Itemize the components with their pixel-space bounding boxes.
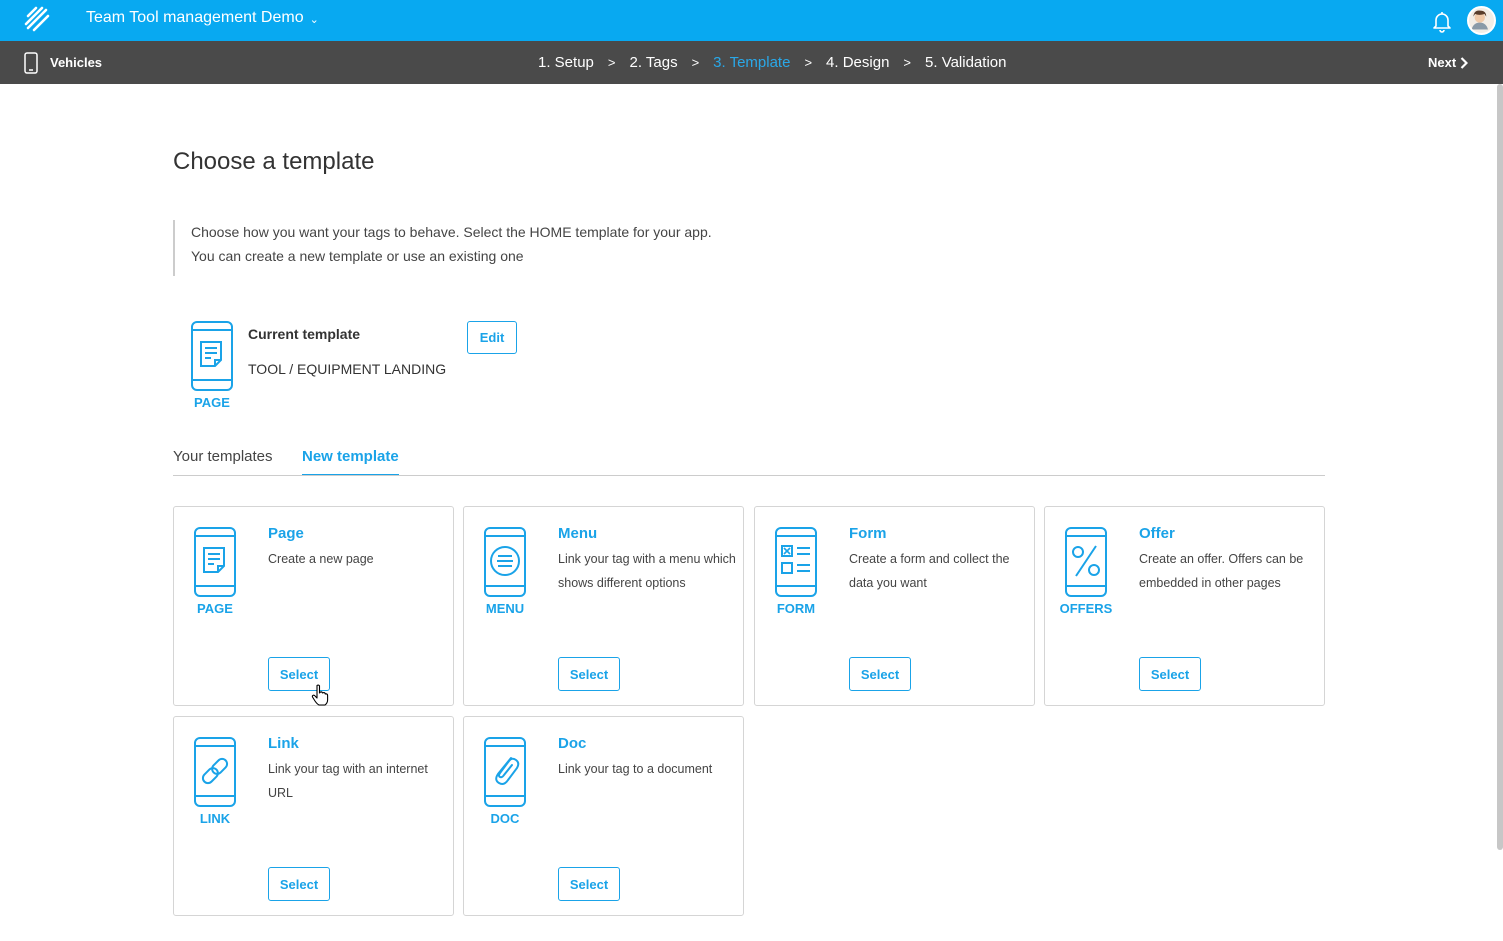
user-avatar[interactable] — [1467, 6, 1496, 35]
template-card-form[interactable]: FORM Form Create a form and collect the … — [754, 506, 1035, 706]
step-tags[interactable]: 2. Tags — [629, 54, 677, 71]
step-setup[interactable]: 1. Setup — [538, 54, 594, 71]
link-icon — [194, 737, 236, 807]
menu-icon — [484, 527, 526, 597]
offers-icon — [1065, 527, 1107, 597]
template-type-label: LINK — [199, 811, 231, 826]
section-label: Vehicles — [50, 55, 103, 70]
step-template[interactable]: 3. Template — [713, 54, 790, 71]
template-type-label: PAGE — [197, 601, 233, 616]
select-menu-button[interactable]: Select — [558, 657, 620, 691]
app-switcher[interactable]: Team Tool management Demo ⌄ — [86, 9, 319, 27]
select-link-button[interactable]: Select — [268, 867, 330, 901]
step-design[interactable]: 4. Design — [826, 54, 889, 71]
doc-icon — [484, 737, 526, 807]
edit-template-button[interactable]: Edit — [467, 321, 517, 354]
next-button[interactable]: Next — [1428, 41, 1469, 84]
template-description: Create an offer. Offers can be embedded … — [1139, 552, 1304, 590]
step-separator: > — [903, 55, 912, 70]
template-card-offer[interactable]: OFFERS Offer Create an offer. Offers can… — [1044, 506, 1325, 706]
template-tabs: Your templates New template — [173, 442, 1325, 476]
template-card-doc[interactable]: DOC Doc Link your tag to a document Sele… — [463, 716, 744, 916]
template-title: Link — [268, 735, 299, 752]
step-separator: > — [607, 55, 616, 70]
template-card-page[interactable]: PAGE Page Create a new page Select — [173, 506, 454, 706]
bell-icon[interactable] — [1430, 9, 1454, 33]
template-description: Create a new page — [268, 552, 374, 566]
intro-line-1: Choose how you want your tags to behave.… — [191, 224, 712, 240]
template-title: Offer — [1139, 525, 1175, 542]
current-template-name: TOOL / EQUIPMENT LANDING — [248, 361, 447, 377]
page-scrollbar[interactable] — [1497, 84, 1503, 850]
template-description: Link your tag with an internet URL — [268, 762, 428, 800]
template-title: Form — [849, 525, 887, 542]
template-card-menu[interactable]: MENU Menu Link your tag with a menu whic… — [463, 506, 744, 706]
tab-new-template[interactable]: New template — [302, 448, 399, 475]
chevron-down-icon: ⌄ — [309, 13, 319, 26]
page-icon — [194, 527, 236, 597]
step-separator: > — [691, 55, 700, 70]
template-type-label: OFFERS — [1059, 601, 1113, 616]
page-title: Choose a template — [173, 148, 375, 175]
form-icon — [775, 527, 817, 597]
section-vehicles[interactable]: Vehicles — [24, 41, 102, 84]
current-template-type: PAGE — [194, 395, 230, 410]
wizard-steps: 1. Setup > 2. Tags > 3. Template > 4. De… — [538, 41, 1006, 84]
template-description: Link your tag to a document — [558, 762, 713, 776]
avatar-icon — [1471, 10, 1488, 30]
app-title: Team Tool management Demo — [86, 9, 304, 26]
select-offer-button[interactable]: Select — [1139, 657, 1201, 691]
wizard-step-bar: Vehicles 1. Setup > 2. Tags > 3. Templat… — [0, 41, 1503, 84]
tab-your-templates[interactable]: Your templates — [173, 448, 273, 474]
template-description: Create a form and collect the data you w… — [849, 552, 1010, 590]
template-card-link[interactable]: LINK Link Link your tag with an internet… — [173, 716, 454, 916]
phone-icon — [24, 51, 38, 74]
template-title: Doc — [558, 735, 587, 752]
current-template-heading: Current template — [248, 326, 361, 342]
chevron-right-icon — [1460, 56, 1469, 69]
template-title: Page — [268, 525, 304, 542]
template-title: Menu — [558, 525, 598, 542]
hand-cursor-icon — [311, 684, 329, 706]
current-template: PAGE Current template TOOL / EQUIPMENT L… — [188, 320, 528, 415]
template-type-label: FORM — [776, 601, 816, 616]
step-separator: > — [804, 55, 813, 70]
top-bar: Team Tool management Demo ⌄ — [0, 0, 1503, 41]
template-description: Link your tag with a menu which shows di… — [558, 552, 736, 590]
intro-line-2: You can create a new template or use an … — [191, 248, 524, 264]
app-logo-icon[interactable] — [22, 4, 52, 34]
step-validation[interactable]: 5. Validation — [925, 54, 1006, 71]
intro-blockquote: Choose how you want your tags to behave.… — [173, 220, 793, 276]
select-doc-button[interactable]: Select — [558, 867, 620, 901]
template-type-label: DOC — [490, 811, 520, 826]
page-icon — [191, 321, 233, 391]
template-type-label: MENU — [485, 601, 525, 616]
select-form-button[interactable]: Select — [849, 657, 911, 691]
next-label: Next — [1428, 55, 1457, 70]
